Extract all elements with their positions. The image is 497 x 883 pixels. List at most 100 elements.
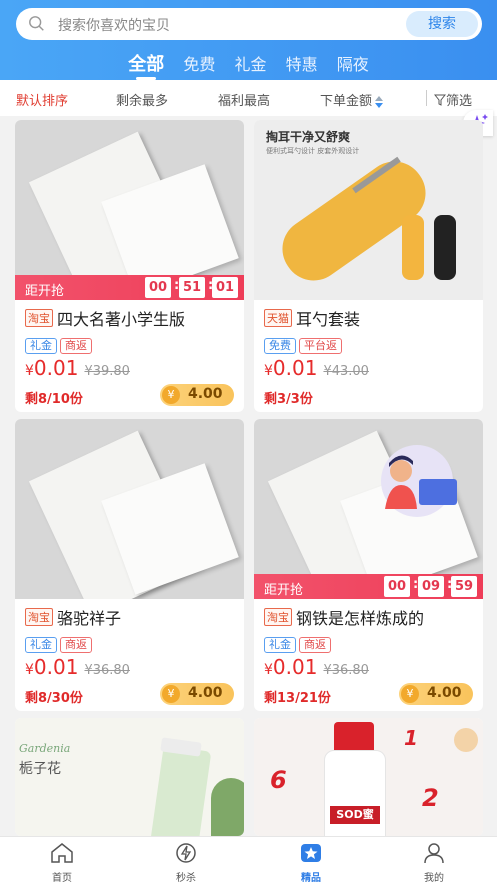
currency: ¥: [25, 363, 34, 379]
tag: 商返: [60, 338, 92, 354]
original-price: ¥39.80: [84, 364, 130, 379]
tag: 免费: [264, 338, 296, 354]
category-tabs: 全部 免费 礼金 特惠 隔夜: [0, 50, 497, 80]
search-bar[interactable]: 搜索你喜欢的宝贝 搜索: [16, 8, 482, 40]
product-title: 骆驼祥子: [57, 609, 122, 627]
price: 0.01: [33, 356, 79, 380]
product-image: [15, 419, 244, 599]
tag: 商返: [60, 637, 92, 653]
coin-icon: ¥: [401, 685, 419, 703]
original-price: ¥36.80: [323, 663, 369, 678]
filter-icon: [433, 94, 447, 106]
product-card[interactable]: 淘宝 骆驼祥子 礼金 商返 ¥0.01 ¥36.80 剩8/30份 ¥4.00: [15, 419, 244, 711]
tab-label: 精品: [301, 873, 321, 883]
tab-home[interactable]: 首页: [32, 841, 92, 883]
sort-best-benefit[interactable]: 福利最高: [218, 90, 270, 109]
price: 0.01: [272, 356, 318, 380]
platform-badge: 淘宝: [25, 608, 53, 626]
image-script-text: Gardenia: [19, 742, 71, 755]
filter-label: 筛选: [446, 94, 473, 109]
coin-value: 4.00: [427, 685, 462, 701]
tag: 礼金: [25, 338, 57, 354]
tab-label: 首页: [52, 873, 72, 883]
countdown-hours: 00: [145, 277, 171, 298]
price: 0.01: [272, 655, 318, 679]
filter-button[interactable]: 筛选: [433, 90, 473, 109]
product-title: 耳勺套装: [296, 310, 361, 328]
home-icon: [51, 843, 73, 863]
image-brand: SOD蜜: [330, 806, 380, 824]
countdown-seconds: 01: [212, 277, 238, 298]
flash-icon: [176, 843, 196, 863]
coin-value: 4.00: [188, 685, 223, 701]
product-image: Gardenia 栀子花: [15, 718, 244, 836]
remaining-count: 剩8/30份: [25, 691, 83, 706]
study-illustration: [381, 445, 457, 517]
product-card[interactable]: 掏耳干净又舒爽 便利式耳勺设计 皮套外观设计 天猫 耳勺套装 免费 平台返 ¥0.0…: [254, 120, 483, 412]
currency: ¥: [264, 662, 273, 678]
tag: 礼金: [264, 637, 296, 653]
divider: [426, 90, 427, 106]
sort-default[interactable]: 默认排序: [16, 90, 68, 109]
product-card[interactable]: SOD蜜 6 1 2: [254, 718, 483, 836]
countdown-seconds: 59: [451, 576, 477, 597]
tag: 商返: [299, 637, 331, 653]
sort-order-amount[interactable]: 下单金额: [320, 90, 384, 109]
platform-badge: 淘宝: [264, 608, 292, 626]
image-heading: 栀子花: [19, 761, 61, 777]
sort-most-left[interactable]: 剩余最多: [116, 90, 168, 109]
product-image: 掏耳干净又舒爽 便利式耳勺设计 皮套外观设计: [254, 120, 483, 300]
countdown-bar: 距开抢 00 : 09 : 59: [254, 574, 483, 599]
coin-icon: ¥: [162, 386, 180, 404]
currency: ¥: [25, 662, 34, 678]
tab-flash-sale[interactable]: 秒杀: [156, 841, 216, 883]
tab-gift[interactable]: 礼金: [234, 51, 266, 79]
tab-overnight[interactable]: 隔夜: [337, 51, 369, 79]
coin-reward: ¥4.00: [160, 683, 234, 705]
tab-all[interactable]: 全部: [128, 50, 164, 80]
coin-reward: ¥4.00: [160, 384, 234, 406]
tab-special[interactable]: 特惠: [286, 51, 318, 79]
original-price: ¥43.00: [323, 364, 369, 379]
sort-bar: 默认排序 剩余最多 福利最高 下单金额 筛选: [0, 80, 497, 116]
countdown-bar: 距开抢 00 : 51 : 01: [15, 275, 244, 300]
countdown-label: 距开抢: [264, 583, 304, 598]
product-card[interactable]: Gardenia 栀子花: [15, 718, 244, 836]
tab-free[interactable]: 免费: [183, 51, 215, 79]
coin-value: 4.00: [188, 386, 223, 402]
platform-badge: 淘宝: [25, 309, 53, 327]
countdown-minutes: 51: [179, 277, 205, 298]
product-title: 四大名著小学生版: [57, 310, 186, 328]
tab-label: 秒杀: [176, 873, 196, 883]
bottom-tab-bar: 首页 秒杀 精品 我的: [0, 836, 497, 883]
tab-label: 我的: [424, 873, 444, 883]
product-card[interactable]: 距开抢 00 : 09 : 59 淘宝 钢铁是怎样炼成的 礼金 商返 ¥0.01 ¥3…: [254, 419, 483, 711]
original-price: ¥36.80: [84, 663, 130, 678]
tag: 平台返: [299, 338, 342, 354]
product-card[interactable]: 距开抢 00 : 51 : 01 淘宝 四大名著小学生版 礼金 商返 ¥0.01 ¥3…: [15, 120, 244, 412]
product-image: 距开抢 00 : 09 : 59: [254, 419, 483, 599]
tab-featured[interactable]: 精品: [281, 841, 341, 883]
countdown-minutes: 09: [418, 576, 444, 597]
countdown-hours: 00: [384, 576, 410, 597]
star-icon: [301, 844, 321, 862]
sort-arrows-icon: [375, 95, 384, 108]
header: 搜索你喜欢的宝贝 搜索 全部 免费 礼金 特惠 隔夜: [0, 0, 497, 80]
tab-profile[interactable]: 我的: [404, 841, 464, 883]
remaining-count: 剩8/10份: [25, 392, 83, 407]
coin-icon: ¥: [162, 685, 180, 703]
currency: ¥: [264, 363, 273, 379]
sort-order-amount-label: 下单金额: [320, 94, 373, 109]
product-image: 距开抢 00 : 51 : 01: [15, 120, 244, 300]
image-subheading: 便利式耳勺设计 皮套外观设计: [266, 147, 360, 155]
coin-reward: ¥4.00: [399, 683, 473, 705]
countdown-label: 距开抢: [25, 284, 65, 299]
image-heading: 掏耳干净又舒爽: [266, 130, 351, 144]
search-input[interactable]: 搜索你喜欢的宝贝: [58, 15, 170, 35]
remaining-count: 剩13/21份: [264, 691, 331, 706]
search-icon: [29, 16, 44, 31]
price: 0.01: [33, 655, 79, 679]
remaining-count: 剩3/3份: [264, 392, 313, 407]
platform-badge: 天猫: [264, 309, 292, 327]
search-button[interactable]: 搜索: [406, 11, 478, 37]
